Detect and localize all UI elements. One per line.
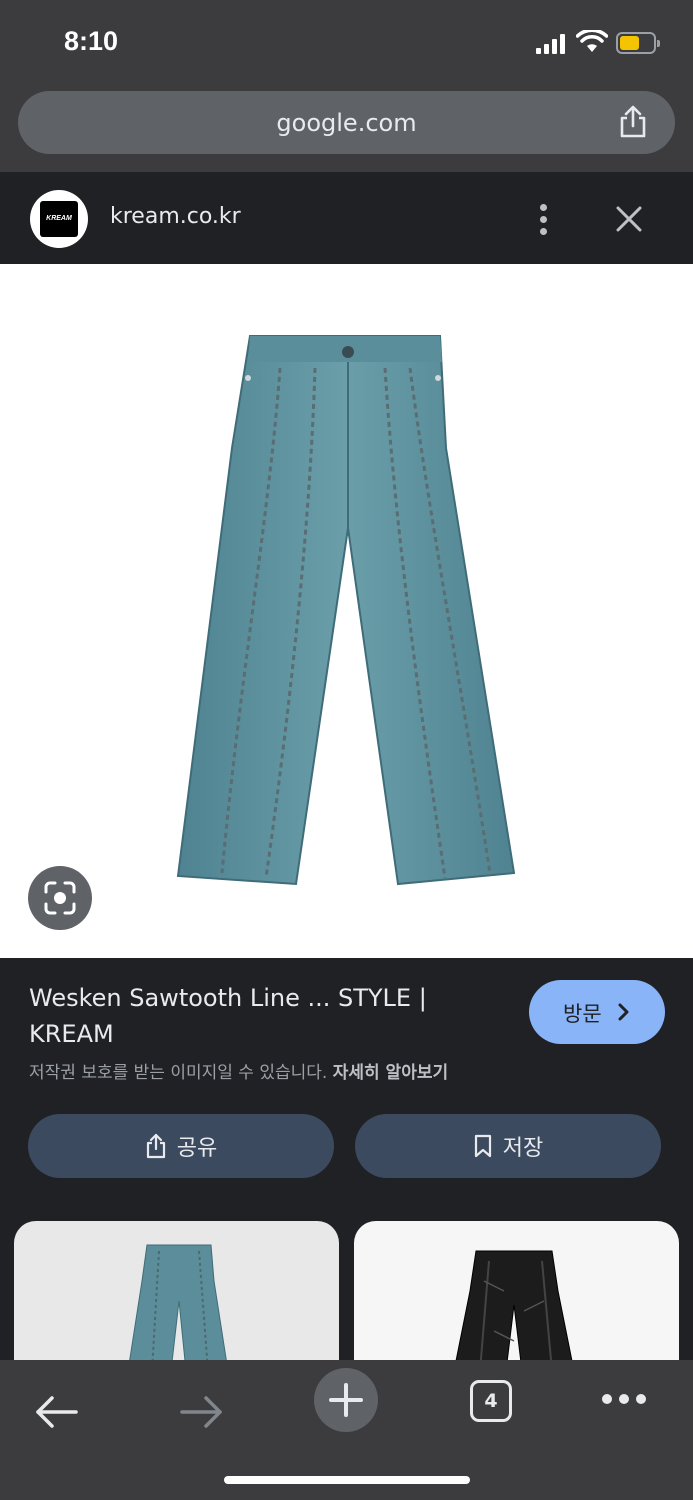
visit-button[interactable]: 방문	[529, 980, 665, 1044]
image-source-header: KREAM kream.co.kr	[0, 172, 693, 264]
share-button[interactable]: 공유	[28, 1114, 334, 1178]
battery-icon	[616, 32, 660, 54]
result-title[interactable]: Wesken Sawtooth Line ... STYLE | KREAM	[29, 980, 509, 1052]
status-bar: 8:10	[0, 0, 693, 88]
copyright-notice: 저작권 보호를 받는 이미지일 수 있습니다. 자세히 알아보기	[29, 1058, 448, 1083]
more-options-icon[interactable]	[534, 202, 554, 236]
close-icon[interactable]	[612, 202, 646, 236]
forward-arrow-icon[interactable]	[168, 1372, 232, 1436]
favicon-logo: KREAM	[40, 201, 78, 237]
home-indicator	[224, 1476, 470, 1484]
lens-search-button[interactable]	[28, 866, 92, 930]
chevron-right-icon	[618, 1003, 629, 1021]
visit-label: 방문	[563, 1002, 602, 1026]
related-image-card[interactable]	[14, 1221, 339, 1371]
copyright-text: 저작권 보호를 받는 이미지일 수 있습니다.	[29, 1063, 328, 1083]
product-image	[176, 335, 516, 886]
lens-icon	[44, 881, 76, 915]
tab-switcher-button[interactable]: 4	[470, 1380, 512, 1422]
save-label: 저장	[502, 1136, 544, 1161]
plus-icon	[329, 1383, 363, 1417]
result-info-panel: Wesken Sawtooth Line ... STYLE | KREAM 저…	[0, 958, 693, 1371]
learn-more-link[interactable]: 자세히 알아보기	[333, 1063, 448, 1083]
address-bar[interactable]: google.com	[18, 91, 675, 154]
related-image-thumbnail	[127, 1244, 229, 1371]
new-tab-button[interactable]	[314, 1368, 378, 1432]
status-time: 8:10	[64, 26, 119, 56]
source-domain[interactable]: kream.co.kr	[110, 204, 241, 229]
cellular-signal-icon	[536, 34, 566, 54]
browser-address-area: google.com	[0, 88, 693, 172]
share-icon	[146, 1133, 165, 1159]
site-favicon[interactable]: KREAM	[30, 190, 88, 248]
back-arrow-icon[interactable]	[24, 1372, 88, 1436]
save-button[interactable]: 저장	[355, 1114, 661, 1178]
related-image-thumbnail	[453, 1250, 575, 1371]
address-bar-url: google.com	[276, 109, 417, 137]
image-viewer[interactable]	[0, 264, 693, 958]
browser-bottom-toolbar: 4	[0, 1360, 693, 1500]
more-menu-icon[interactable]	[602, 1394, 646, 1406]
wifi-icon	[576, 30, 608, 52]
share-label: 공유	[176, 1136, 218, 1161]
related-image-card[interactable]	[354, 1221, 679, 1371]
share-icon[interactable]	[617, 105, 649, 139]
bookmark-icon	[474, 1134, 491, 1158]
